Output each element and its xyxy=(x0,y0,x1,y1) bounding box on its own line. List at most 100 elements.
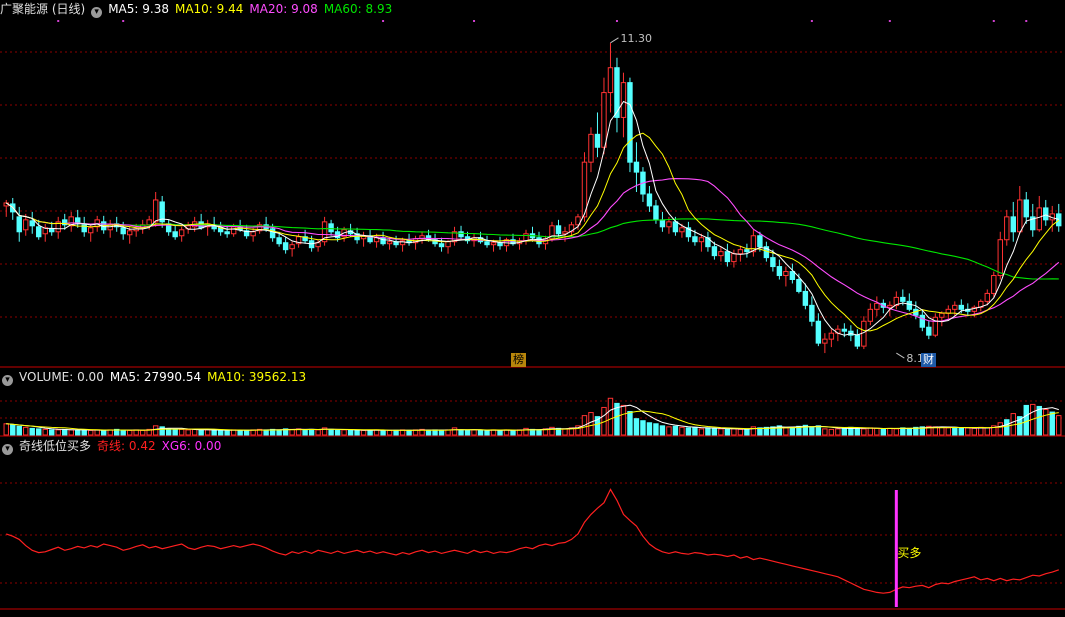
volume-bar xyxy=(347,429,354,436)
candle-body xyxy=(828,332,835,340)
volume-bar xyxy=(94,429,100,436)
cai-marker[interactable]: 财 xyxy=(921,353,936,367)
candle-body xyxy=(900,296,906,302)
volume-bar xyxy=(3,423,9,436)
volume-bar xyxy=(536,429,542,436)
volume-bar xyxy=(211,429,217,436)
volume-bar xyxy=(68,429,74,436)
bang-marker[interactable]: 榜 xyxy=(511,353,526,367)
volume-bar xyxy=(217,429,224,436)
volume-bar xyxy=(276,429,282,436)
stock-title[interactable]: 广聚能源 (日线) xyxy=(0,2,85,16)
volume-bar xyxy=(958,427,965,436)
candle-body xyxy=(126,230,133,236)
candle-body xyxy=(490,242,497,246)
volume-bar xyxy=(835,428,841,436)
signal-dot xyxy=(57,20,60,22)
volume-bar xyxy=(841,427,848,436)
stock-chart-svg[interactable]: 11.308.18买多 xyxy=(0,0,1065,613)
candle-body xyxy=(1004,216,1010,241)
volume-bar xyxy=(939,426,945,436)
qixian-line xyxy=(5,488,1060,594)
candle-body xyxy=(789,271,796,280)
signal-dot xyxy=(382,20,385,22)
volume-bar xyxy=(1056,415,1062,436)
volume-bar xyxy=(334,429,341,436)
chart-stage[interactable]: 11.30 8.18 买多 广聚能源 (日线) ▾ MA5: 9.38 MA10: 9.4… xyxy=(0,0,1065,613)
volume-bar xyxy=(126,429,133,436)
candle-body xyxy=(854,334,861,347)
volume-bar xyxy=(471,429,477,436)
volume-bar xyxy=(867,427,874,436)
candle-body xyxy=(776,266,783,277)
candle-body xyxy=(744,249,750,253)
candle-body xyxy=(952,304,958,310)
volume-bar xyxy=(783,427,789,436)
volume-bar xyxy=(685,427,692,436)
signal-dot xyxy=(615,20,618,22)
volume-bar xyxy=(360,429,367,436)
candle-body xyxy=(919,314,926,328)
candle-body xyxy=(659,219,666,228)
candle-body xyxy=(633,161,640,173)
candle-body xyxy=(627,82,633,163)
volume-bar xyxy=(458,429,464,436)
candle-body xyxy=(230,226,237,235)
volume-bar xyxy=(659,425,666,436)
volume-bar xyxy=(49,429,55,436)
volume-bar xyxy=(438,429,445,436)
signal-dot xyxy=(992,20,995,22)
volume-bar xyxy=(822,428,828,436)
volume-bar xyxy=(984,427,990,436)
volume-bar xyxy=(36,428,42,436)
price-callout-label: 11.30 xyxy=(620,32,652,45)
candle-body xyxy=(152,199,159,223)
volume-bar xyxy=(945,427,952,436)
candle-body xyxy=(29,220,35,227)
volume-bar xyxy=(308,428,315,436)
candle-body xyxy=(607,67,614,94)
volume-bar xyxy=(42,428,48,436)
volume-bar xyxy=(224,429,230,436)
volume-bar xyxy=(29,427,35,436)
volume-bar xyxy=(666,426,672,436)
volume-bar xyxy=(737,428,744,436)
volume-bar xyxy=(620,404,627,436)
volume-bar xyxy=(724,428,731,436)
candle-body xyxy=(588,133,594,163)
indicator-name: 奇线低位买多 xyxy=(19,439,92,453)
candle-body xyxy=(282,242,289,251)
volume-bar xyxy=(380,429,386,436)
candle-body xyxy=(1043,207,1049,221)
volume-bar xyxy=(607,397,614,436)
volume-bar xyxy=(477,429,484,436)
candle-body xyxy=(783,271,789,277)
candle-body xyxy=(666,221,672,228)
candle-body xyxy=(997,239,1003,277)
volume-bar xyxy=(497,429,503,436)
volume-bar xyxy=(1023,404,1029,436)
volume-bar xyxy=(952,426,958,436)
volume-bar xyxy=(1049,411,1055,436)
volume-bar xyxy=(120,429,126,436)
candle-body xyxy=(386,241,393,245)
qixian-readout: 奇线: 0.42 xyxy=(97,439,156,453)
volume-bar xyxy=(204,429,211,436)
volume-bar xyxy=(341,429,347,436)
ma60-readout: MA60: 8.93 xyxy=(323,2,393,16)
candle-body xyxy=(620,82,627,118)
volume-bar xyxy=(139,429,146,436)
candle-body xyxy=(874,302,880,310)
candle-body xyxy=(984,292,990,302)
volume-bar xyxy=(393,429,399,436)
volume-bar xyxy=(165,428,172,436)
ma10-readout: MA10: 9.44 xyxy=(174,2,244,16)
volume-chevron-icon[interactable]: ▾ xyxy=(2,375,13,386)
main-chevron-icon[interactable]: ▾ xyxy=(91,7,103,18)
candle-body xyxy=(1010,216,1016,233)
vol-ma5-readout: MA5: 27990.54 xyxy=(109,370,202,384)
indicator-chevron-icon[interactable]: ▾ xyxy=(2,444,13,455)
candle-body xyxy=(822,338,828,344)
candle-body xyxy=(172,231,178,238)
signal-dot xyxy=(122,20,125,22)
